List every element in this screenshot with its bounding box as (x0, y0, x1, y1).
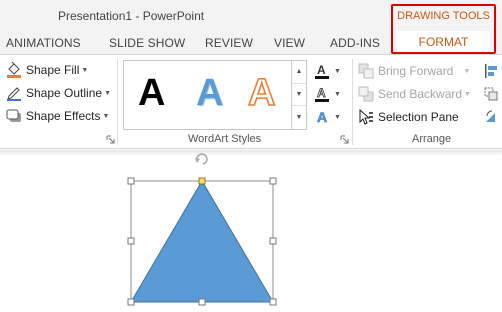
arrange-group-label: Arrange (412, 133, 452, 145)
shape-fill-button[interactable]: Shape Fill ▼ (6, 60, 88, 80)
tab-add-ins[interactable]: ADD-INS (330, 36, 380, 50)
shape-styles-launcher-icon[interactable] (106, 135, 115, 144)
rotate-icon[interactable] (484, 109, 498, 125)
svg-text:A: A (317, 109, 327, 125)
svg-text:A: A (317, 86, 326, 100)
resize-handle-top-left[interactable] (127, 177, 135, 185)
shape-outline-label: Shape Outline (26, 86, 103, 100)
shape-effects-button[interactable]: Shape Effects ▼ (6, 106, 109, 126)
chevron-down-icon: ▼ (464, 90, 471, 98)
chevron-down-icon: ▼ (102, 112, 110, 120)
bring-forward-label: Bring Forward (378, 64, 454, 78)
tab-view[interactable]: VIEW (274, 36, 305, 50)
tab-format[interactable]: FORMAT (397, 31, 490, 52)
drawing-tools-highlight: DRAWING TOOLS FORMAT (391, 4, 496, 54)
wordart-style-orange-outline[interactable]: A (247, 72, 276, 114)
send-backward-label: Send Backward (378, 87, 463, 101)
pencil-icon (7, 87, 21, 101)
slide-svg (127, 153, 277, 306)
tab-animations[interactable]: ANIMATIONS (6, 36, 81, 50)
wordart-style-blue[interactable]: A (196, 73, 223, 113)
chevron-down-icon: ▼ (104, 89, 111, 97)
text-effects-button[interactable]: A ▼ (314, 107, 346, 127)
bring-forward-icon (358, 63, 374, 79)
tab-review[interactable]: REVIEW (205, 36, 253, 50)
adjustment-handle[interactable] (198, 177, 206, 185)
resize-handle-bottom-right[interactable] (269, 298, 277, 306)
paint-bucket-icon (7, 62, 21, 78)
wordart-launcher-icon[interactable] (340, 135, 349, 144)
wordart-gallery[interactable]: A A A ▲ ▼ ▼ (123, 60, 307, 130)
gallery-scroll-down[interactable]: ▼ (292, 84, 306, 107)
chevron-down-icon: ▼ (334, 67, 341, 75)
group-divider (352, 59, 353, 145)
chevron-down-icon: ▼ (463, 67, 471, 75)
send-backward-icon (358, 86, 374, 102)
resize-handle-bottom-left[interactable] (127, 298, 135, 306)
drawing-tools-label: DRAWING TOOLS (397, 10, 490, 22)
text-outline-icon: A (315, 86, 329, 102)
slide-canvas[interactable] (0, 150, 502, 312)
shape-fill-label: Shape Fill (26, 63, 80, 77)
resize-handle-left[interactable] (127, 237, 135, 245)
chevron-down-icon: ▼ (81, 66, 89, 74)
align-icon[interactable] (484, 63, 498, 79)
ribbon: Shape Fill ▼ Shape Outline ▼ Shape Effec… (0, 54, 502, 149)
wordart-style-black[interactable]: A (138, 73, 165, 113)
window-title: Presentation1 - PowerPoint (58, 9, 205, 23)
selection-pane-button[interactable]: Selection Pane (358, 107, 459, 127)
text-outline-button[interactable]: A ▼ (314, 84, 346, 104)
gallery-more[interactable]: ▼ (292, 106, 306, 129)
chevron-down-icon: ▼ (334, 113, 341, 121)
group-divider (117, 59, 118, 145)
resize-handle-right[interactable] (269, 237, 277, 245)
shape-outline-button[interactable]: Shape Outline ▼ (6, 83, 111, 103)
bring-forward-button[interactable]: Bring Forward ▼ (358, 61, 470, 81)
selection-pane-label: Selection Pane (378, 110, 459, 124)
tab-slide-show[interactable]: SLIDE SHOW (109, 36, 185, 50)
triangle-shape[interactable] (130, 180, 274, 303)
resize-handle-bottom[interactable] (198, 298, 206, 306)
text-effects-icon: A (317, 109, 328, 125)
send-backward-button[interactable]: Send Backward ▼ (358, 84, 471, 104)
resize-handle-top-right[interactable] (269, 177, 277, 185)
svg-text:A: A (317, 63, 326, 77)
chevron-down-icon: ▼ (334, 90, 341, 98)
gallery-scroll-up[interactable]: ▲ (292, 61, 306, 84)
selection-pane-icon (359, 109, 373, 125)
group-objects-icon[interactable] (484, 86, 498, 102)
shape-effects-label: Shape Effects (26, 109, 101, 123)
text-fill-icon: A (315, 63, 329, 79)
rotation-handle[interactable] (195, 153, 208, 165)
shape-effects-icon (6, 109, 21, 122)
text-fill-button[interactable]: A ▼ (314, 61, 346, 81)
gallery-scroll: ▲ ▼ ▼ (291, 61, 306, 129)
wordart-group-label: WordArt Styles (188, 133, 262, 145)
